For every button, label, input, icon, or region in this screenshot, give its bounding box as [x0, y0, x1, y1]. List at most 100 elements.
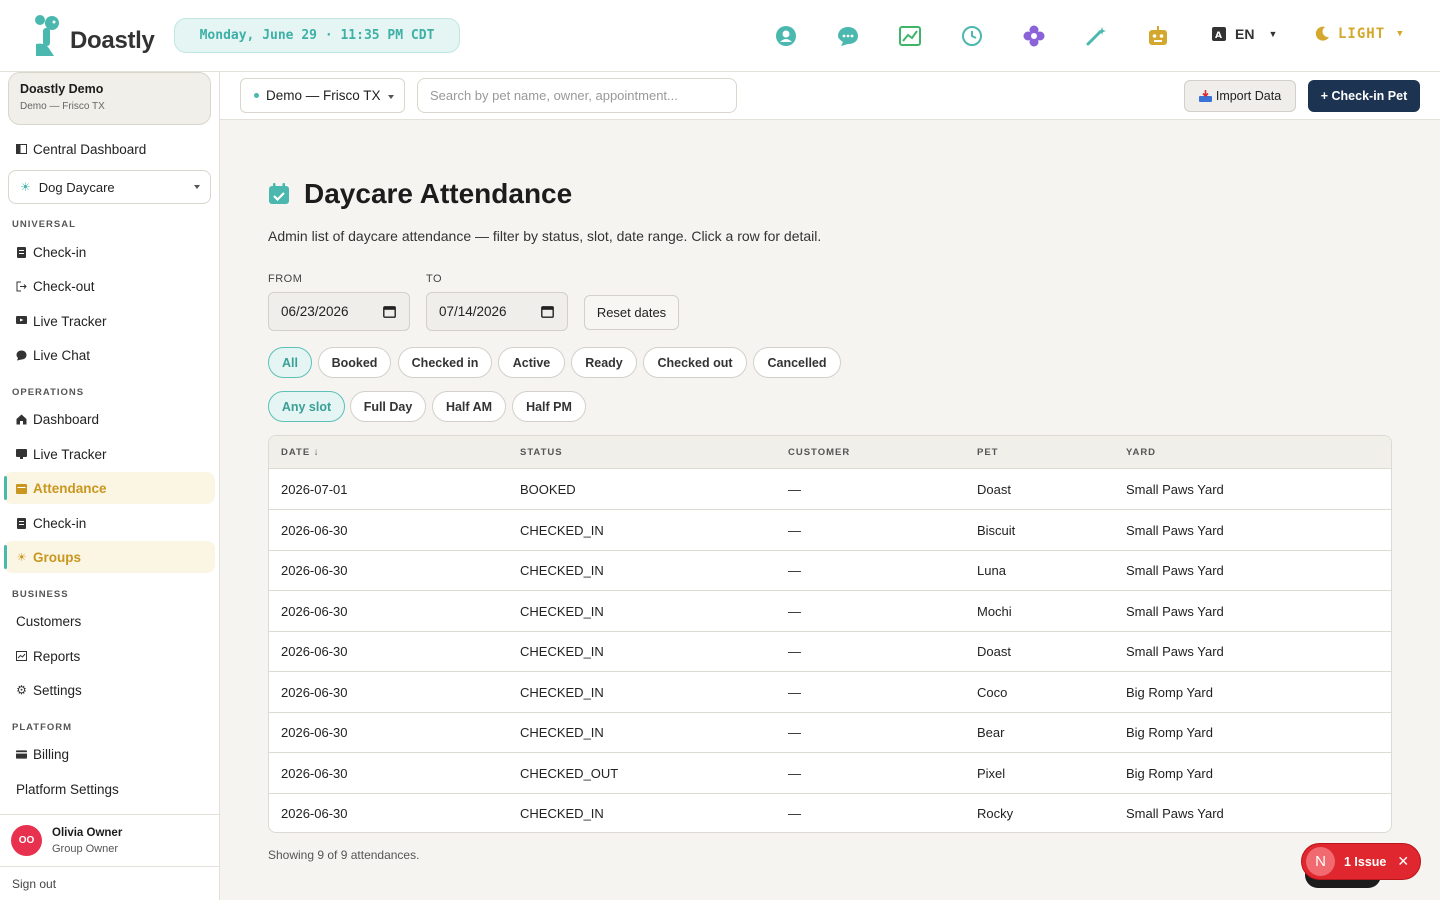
magic-wand-icon[interactable]	[1084, 24, 1108, 48]
robot-icon[interactable]	[1146, 24, 1170, 48]
sidebar-item-reports[interactable]: Reports	[4, 640, 215, 672]
column-yard[interactable]: YARD	[1126, 447, 1156, 458]
table-row[interactable]: 2026-06-30 CHECKED_OUT — Pixel Big Romp Yard	[269, 753, 1391, 794]
sidebar-item-settings[interactable]: ⚙ Settings	[4, 674, 215, 706]
reset-dates-button[interactable]: Reset dates	[584, 295, 679, 330]
sign-out-link[interactable]: Sign out	[0, 866, 219, 900]
logout-icon	[16, 281, 27, 292]
cell-pet: Doast	[977, 644, 1011, 659]
column-customer[interactable]: CUSTOMER	[788, 447, 850, 458]
column-pet[interactable]: PET	[977, 447, 998, 458]
translate-icon: A	[1212, 27, 1226, 41]
sidebar-item-live-chat[interactable]: Live Chat	[4, 339, 215, 371]
sidebar-item-checkin[interactable]: Check-in	[4, 236, 215, 268]
theme-toggle[interactable]: LIGHT ▼	[1314, 26, 1404, 42]
chevron-down-icon: ▼	[1268, 29, 1278, 39]
sidebar-item-attendance[interactable]: Attendance	[4, 472, 215, 504]
image-chart-icon	[16, 651, 27, 662]
search-input[interactable]	[417, 78, 737, 113]
calendar-icon[interactable]	[541, 305, 554, 318]
table-row[interactable]: 2026-06-30 CHECKED_IN — Doast Small Paws Yar…	[269, 631, 1391, 672]
language-selector[interactable]: A EN ▼	[1211, 26, 1277, 42]
org-switcher[interactable]: Doastly Demo Demo — Frisco TX	[8, 72, 211, 125]
cell-customer: —	[788, 765, 801, 781]
sun-icon: ☀	[16, 551, 27, 564]
sidebar-item-ops-checkin[interactable]: Check-in	[4, 507, 215, 539]
slot-filter-any[interactable]: Any slot	[268, 391, 345, 422]
chat-bubble-icon	[16, 350, 27, 361]
to-date-input[interactable]: 07/14/2026	[426, 292, 568, 331]
sidebar-item-groups[interactable]: ☀ Groups	[4, 541, 215, 573]
sidebar-item-label: Customers	[16, 613, 82, 629]
table-row[interactable]: 2026-06-30 CHECKED_IN — Biscuit Small Paws Y…	[269, 510, 1391, 551]
results-count: Showing 9 of 9 attendances.	[268, 848, 420, 862]
module-selector[interactable]: ☀ Dog Daycare	[8, 170, 211, 204]
sidebar-item-platform-settings[interactable]: Platform Settings	[4, 773, 215, 805]
cell-pet: Mochi	[977, 603, 1012, 619]
sidebar-item-ops-live-tracker[interactable]: Live Tracker	[4, 438, 215, 470]
support-icon[interactable]	[774, 24, 798, 48]
sidebar-item-customers[interactable]: Customers	[4, 605, 215, 637]
table-row[interactable]: 2026-06-30 CHECKED_IN — Bear Big Romp Yard	[269, 712, 1391, 753]
sidebar-item-label: Check-in	[33, 244, 87, 260]
issue-letter: N	[1306, 847, 1335, 876]
cell-date: 2026-06-30	[281, 684, 348, 700]
sidebar-item-central-dashboard[interactable]: Central Dashboard	[4, 133, 215, 165]
import-icon	[1198, 90, 1212, 102]
cell-yard: Small Paws Yard	[1126, 482, 1224, 497]
sidebar-item-billing[interactable]: Billing	[4, 738, 215, 770]
sidebar-item-checkout[interactable]: Check-out	[4, 270, 215, 302]
sidebar-item-dashboard[interactable]: Dashboard	[4, 403, 215, 435]
status-filter-booked[interactable]: Booked	[318, 347, 391, 378]
moon-icon	[1315, 26, 1329, 41]
table-row[interactable]: 2026-06-30 CHECKED_IN — Luna Small Paws Yard	[269, 550, 1391, 591]
to-date-value: 07/14/2026	[439, 304, 507, 319]
user-profile[interactable]: OO Olivia Owner Group Owner	[0, 814, 219, 866]
status-filter-ready[interactable]: Ready	[571, 347, 637, 378]
table-row[interactable]: 2026-06-30 CHECKED_IN — Coco Big Romp Yard	[269, 672, 1391, 713]
sidebar-item-live-tracker[interactable]: Live Tracker	[4, 305, 215, 337]
status-filter-checked-out[interactable]: Checked out	[643, 347, 747, 378]
chevron-down-icon	[194, 185, 200, 189]
monitor-icon	[16, 449, 27, 460]
cell-pet: Rocky	[977, 806, 1014, 821]
slot-filter-half-am[interactable]: Half AM	[432, 391, 506, 422]
cell-date: 2026-06-30	[281, 603, 348, 619]
history-icon[interactable]	[960, 24, 984, 48]
sidebar-item-label: Check-out	[33, 278, 95, 294]
calendar-icon[interactable]	[383, 305, 396, 318]
issue-badge[interactable]: N 1 Issue ✕	[1301, 843, 1421, 880]
column-date[interactable]: DATE ↓	[281, 447, 320, 458]
cell-pet: Bear	[977, 725, 1005, 740]
status-filter-active[interactable]: Active	[498, 347, 565, 378]
chat-icon[interactable]	[836, 24, 860, 48]
from-date-value: 06/23/2026	[281, 304, 349, 319]
brand-logo[interactable]: Doastly	[32, 14, 155, 58]
sidebar-item-label: Live Chat	[33, 347, 91, 363]
flower-icon[interactable]	[1022, 24, 1046, 48]
table-row[interactable]: 2026-06-30 CHECKED_IN — Rocky Small Paws Yar…	[269, 793, 1391, 832]
status-filter-checked-in[interactable]: Checked in	[398, 347, 492, 378]
slot-filter-half-pm[interactable]: Half PM	[512, 391, 586, 422]
status-filter-cancelled[interactable]: Cancelled	[753, 347, 841, 378]
slot-filter-full-day[interactable]: Full Day	[350, 391, 426, 422]
sidebar-item-label: Check-in	[33, 515, 87, 531]
status-filter-all[interactable]: All	[268, 347, 312, 378]
cell-status: CHECKED_IN	[520, 725, 604, 740]
cell-status: CHECKED_IN	[520, 684, 604, 700]
cell-date: 2026-06-30	[281, 725, 348, 740]
from-date-input[interactable]: 06/23/2026	[268, 292, 410, 331]
table-row[interactable]: 2026-06-30 CHECKED_IN — Mochi Small Paws Yar…	[269, 591, 1391, 632]
from-label: FROM	[268, 273, 303, 285]
cell-customer: —	[788, 644, 801, 659]
location-selector[interactable]: Demo — Frisco TX	[240, 78, 405, 113]
column-status[interactable]: STATUS	[520, 447, 563, 458]
status-dot	[254, 93, 259, 98]
table-row[interactable]: 2026-07-01 BOOKED — Doast Small Paws Yard	[269, 469, 1391, 510]
close-icon[interactable]: ✕	[1397, 853, 1409, 870]
checkin-pet-button[interactable]: + Check-in Pet	[1308, 80, 1420, 112]
analytics-icon[interactable]	[898, 24, 922, 48]
import-data-button[interactable]: Import Data	[1184, 80, 1296, 112]
cell-yard: Big Romp Yard	[1126, 765, 1213, 781]
chevron-down-icon	[388, 95, 394, 99]
